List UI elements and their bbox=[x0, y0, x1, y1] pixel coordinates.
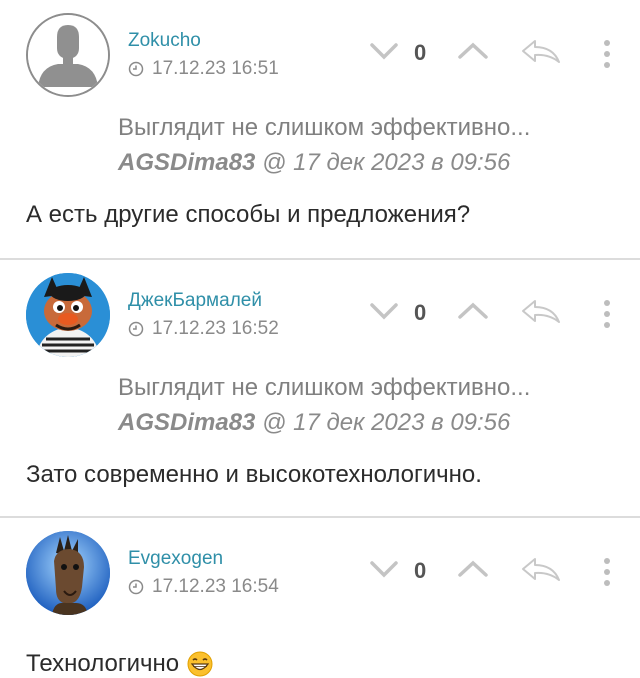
author-name[interactable]: Evgexogen bbox=[128, 548, 223, 570]
vote-up-button[interactable] bbox=[456, 300, 490, 322]
more-vertical-icon bbox=[604, 558, 610, 586]
comment-header: ДжекБармалей 17.12.23 16:52 0 bbox=[0, 260, 640, 357]
quote-text: Выглядит не слишком эффективно... bbox=[118, 114, 531, 141]
more-options-button[interactable] bbox=[600, 38, 614, 70]
comment-body: Технологично bbox=[0, 648, 640, 678]
chevron-up-icon bbox=[458, 42, 488, 59]
more-vertical-icon bbox=[604, 300, 610, 328]
timestamp: 17.12.23 16:52 bbox=[152, 318, 279, 339]
comment: Evgexogen 17.12.23 16:54 0 Технологично bbox=[0, 518, 640, 678]
comment: Zokucho 17.12.23 16:51 0 Выглядит не сли… bbox=[0, 0, 640, 260]
vote-down-button[interactable] bbox=[368, 40, 400, 62]
timestamp: 17.12.23 16:51 bbox=[152, 58, 279, 79]
vote-up-button[interactable] bbox=[456, 558, 490, 580]
quote-author[interactable]: AGSDima83 bbox=[118, 409, 255, 436]
score: 0 bbox=[414, 40, 427, 65]
comment-body: Зато современно и высокотехнологично. bbox=[26, 461, 482, 488]
quote-author[interactable]: AGSDima83 bbox=[118, 149, 255, 176]
comment-header: Evgexogen 17.12.23 16:54 0 bbox=[0, 518, 640, 615]
reply-arrow-icon bbox=[522, 558, 560, 581]
avatar[interactable] bbox=[26, 273, 110, 357]
comment-meta: 17.12.23 16:52 bbox=[128, 318, 279, 340]
comment-meta: 17.12.23 16:51 bbox=[128, 58, 279, 80]
vote-down-button[interactable] bbox=[368, 558, 400, 580]
chevron-down-icon bbox=[370, 43, 398, 60]
quote-date: @ 17 дек 2023 в 09:56 bbox=[255, 149, 511, 176]
avatar[interactable] bbox=[26, 531, 110, 615]
vote-down-button[interactable] bbox=[368, 300, 400, 322]
comment-header: Zokucho 17.12.23 16:51 0 bbox=[0, 0, 640, 97]
quote-date: @ 17 дек 2023 в 09:56 bbox=[255, 409, 511, 436]
grinning-face-emoji bbox=[187, 651, 213, 677]
author-name[interactable]: ДжекБармалей bbox=[128, 290, 262, 312]
reply-button[interactable] bbox=[520, 298, 562, 326]
chevron-up-icon bbox=[458, 560, 488, 577]
clock-icon bbox=[128, 61, 144, 77]
reply-arrow-icon bbox=[522, 300, 560, 323]
quote-block: Выглядит не слишком эффективно... AGSDim… bbox=[0, 112, 640, 179]
quote-source: AGSDima83 @ 17 дек 2023 в 09:56 bbox=[118, 407, 640, 439]
quote-block: Выглядит не слишком эффективно... AGSDim… bbox=[0, 372, 640, 439]
score: 0 bbox=[414, 300, 427, 325]
reply-button[interactable] bbox=[520, 38, 562, 66]
comment-body-text: Технологично bbox=[26, 650, 180, 677]
chevron-down-icon bbox=[370, 303, 398, 320]
vote-up-button[interactable] bbox=[456, 40, 490, 62]
reply-button[interactable] bbox=[520, 556, 562, 584]
more-options-button[interactable] bbox=[600, 556, 614, 588]
reply-arrow-icon bbox=[522, 40, 560, 63]
comment: ДжекБармалей 17.12.23 16:52 0 Выглядит н… bbox=[0, 260, 640, 518]
clock-icon bbox=[128, 579, 144, 595]
timestamp: 17.12.23 16:54 bbox=[152, 576, 279, 597]
score: 0 bbox=[414, 558, 427, 583]
clock-icon bbox=[128, 321, 144, 337]
quote-text: Выглядит не слишком эффективно... bbox=[118, 374, 531, 401]
more-vertical-icon bbox=[604, 40, 610, 68]
more-options-button[interactable] bbox=[600, 298, 614, 330]
comment-meta: 17.12.23 16:54 bbox=[128, 576, 279, 598]
author-name[interactable]: Zokucho bbox=[128, 30, 201, 52]
chevron-up-icon bbox=[458, 302, 488, 319]
chevron-down-icon bbox=[370, 561, 398, 578]
avatar[interactable] bbox=[26, 13, 110, 97]
comment-body: А есть другие способы и предложения? bbox=[26, 201, 471, 228]
quote-source: AGSDima83 @ 17 дек 2023 в 09:56 bbox=[118, 147, 640, 179]
